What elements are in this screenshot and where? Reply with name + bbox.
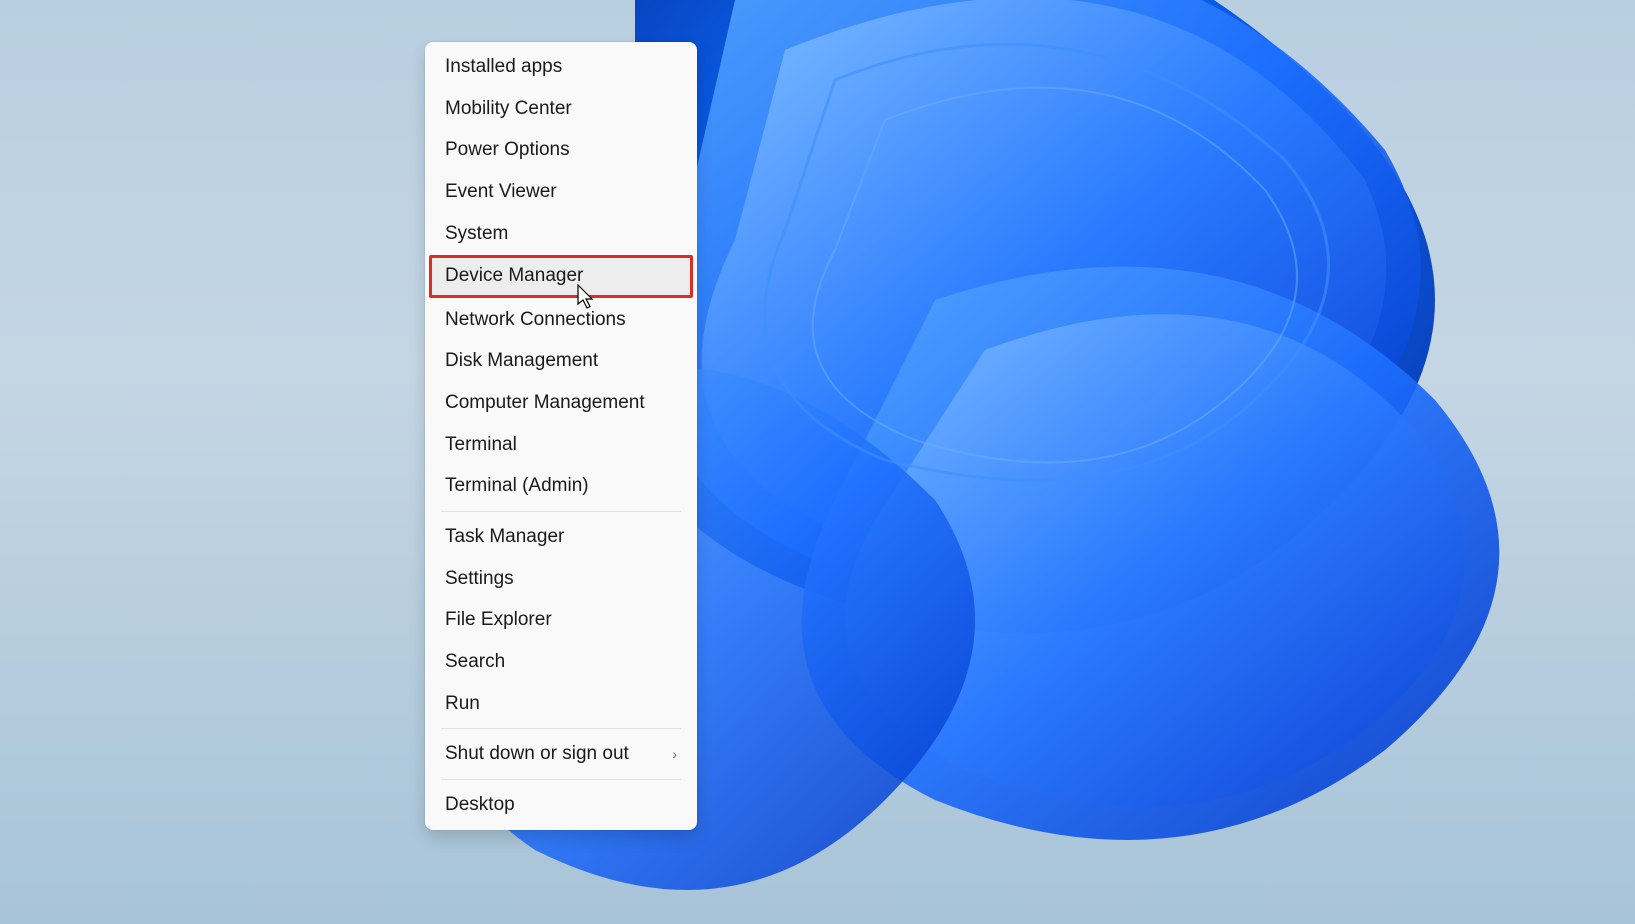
menu-item-label: Power Options	[445, 137, 570, 163]
menu-item-label: Terminal (Admin)	[445, 473, 589, 499]
menu-item-network-connections[interactable]: Network Connections	[429, 299, 693, 341]
menu-item-label: Disk Management	[445, 348, 598, 374]
chevron-right-icon: ›	[672, 745, 677, 764]
menu-item-terminal[interactable]: Terminal	[429, 424, 693, 466]
menu-item-label: System	[445, 221, 508, 247]
menu-item-label: Settings	[445, 566, 514, 592]
menu-item-label: Run	[445, 691, 480, 717]
menu-item-label: Mobility Center	[445, 96, 572, 122]
menu-item-label: Event Viewer	[445, 179, 557, 205]
menu-item-disk-management[interactable]: Disk Management	[429, 340, 693, 382]
menu-item-terminal-admin[interactable]: Terminal (Admin)	[429, 465, 693, 507]
menu-item-device-manager[interactable]: Device Manager	[429, 255, 693, 298]
menu-item-label: Terminal	[445, 432, 517, 458]
menu-item-label: Device Manager	[445, 263, 583, 289]
menu-item-installed-apps[interactable]: Installed apps	[429, 46, 693, 88]
menu-separator	[441, 511, 681, 512]
menu-item-shut-down[interactable]: Shut down or sign out ›	[429, 733, 693, 775]
menu-item-label: Desktop	[445, 792, 515, 818]
menu-item-label: Installed apps	[445, 54, 562, 80]
menu-item-task-manager[interactable]: Task Manager	[429, 516, 693, 558]
winx-context-menu: Installed apps Mobility Center Power Opt…	[425, 42, 697, 830]
desktop-wallpaper	[0, 0, 1635, 924]
menu-item-label: Task Manager	[445, 524, 564, 550]
menu-item-label: Computer Management	[445, 390, 645, 416]
menu-item-computer-management[interactable]: Computer Management	[429, 382, 693, 424]
menu-item-search[interactable]: Search	[429, 641, 693, 683]
menu-item-settings[interactable]: Settings	[429, 558, 693, 600]
menu-item-power-options[interactable]: Power Options	[429, 129, 693, 171]
menu-item-label: File Explorer	[445, 607, 552, 633]
menu-item-event-viewer[interactable]: Event Viewer	[429, 171, 693, 213]
menu-item-label: Network Connections	[445, 307, 626, 333]
menu-item-desktop[interactable]: Desktop	[429, 784, 693, 826]
menu-item-system[interactable]: System	[429, 213, 693, 255]
menu-separator	[441, 779, 681, 780]
menu-item-file-explorer[interactable]: File Explorer	[429, 599, 693, 641]
menu-item-mobility-center[interactable]: Mobility Center	[429, 88, 693, 130]
menu-item-label: Search	[445, 649, 505, 675]
menu-separator	[441, 728, 681, 729]
menu-item-run[interactable]: Run	[429, 683, 693, 725]
menu-item-label: Shut down or sign out	[445, 741, 629, 767]
